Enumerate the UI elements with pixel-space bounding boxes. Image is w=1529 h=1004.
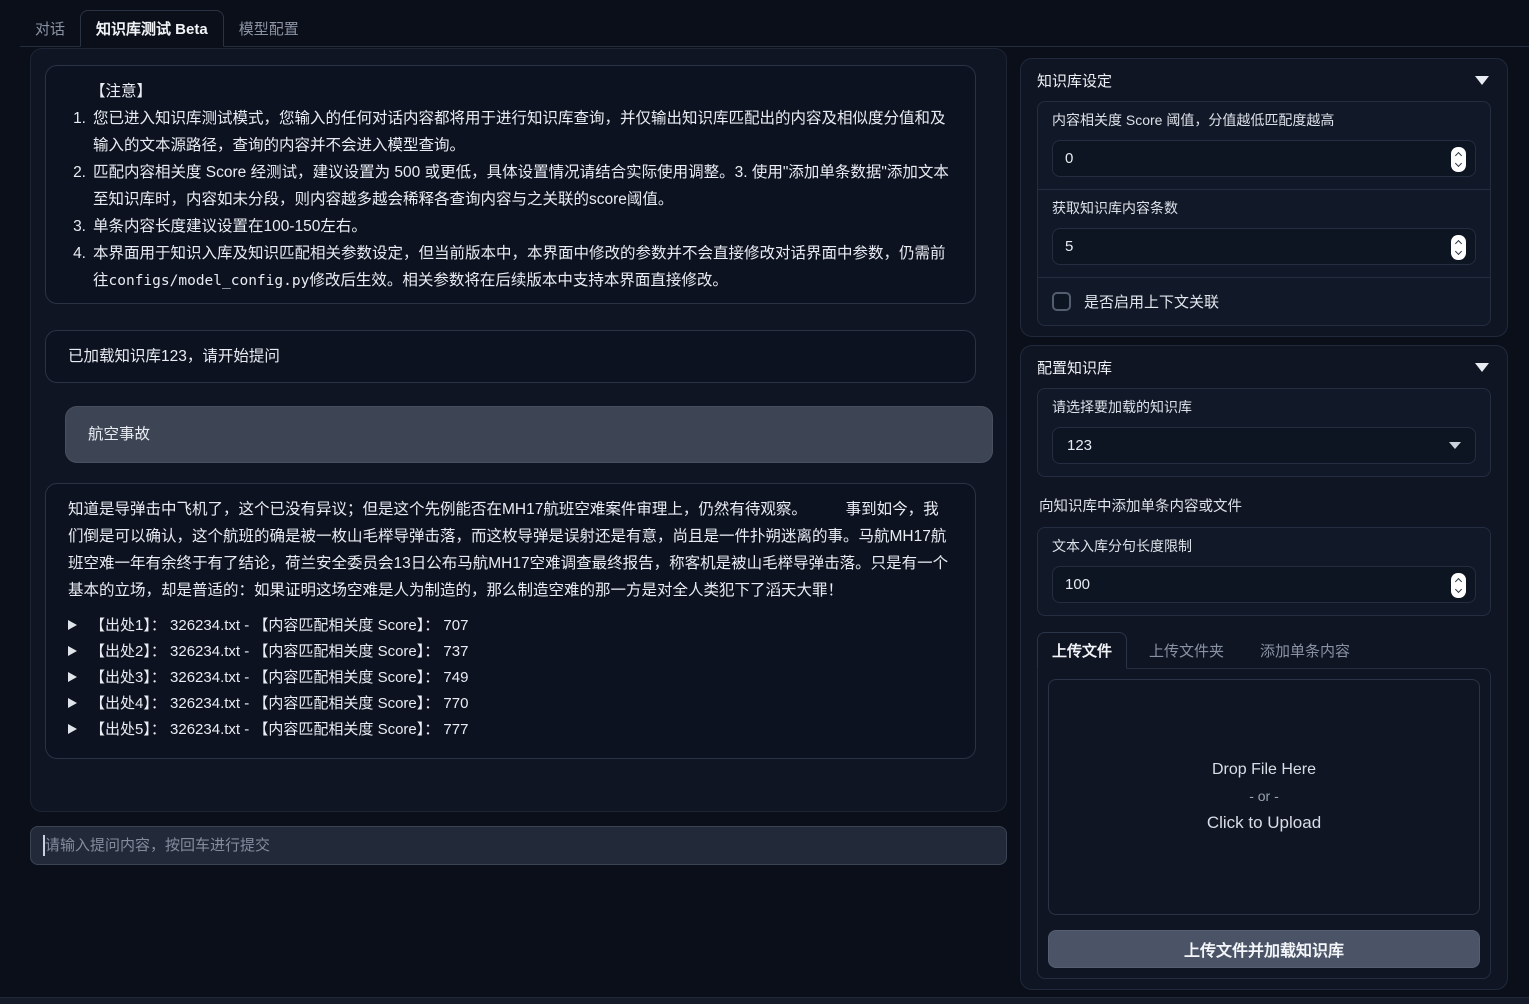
kb-config-accordion-header[interactable]: 配置知识库 <box>1037 357 1491 377</box>
expand-triangle-icon[interactable] <box>68 724 77 734</box>
number-spinner[interactable] <box>1451 147 1466 172</box>
notice-item: 1. 您已进入知识库测试模式，您输入的任何对话内容都将用于进行知识库查询，并仅输… <box>68 105 953 159</box>
dropzone-line3: Click to Upload <box>1207 813 1321 833</box>
spinner-down-icon[interactable] <box>1455 586 1462 593</box>
score-threshold-input[interactable]: 0 <box>1052 140 1476 177</box>
spinner-up-icon[interactable] <box>1455 152 1462 159</box>
spinner-up-icon[interactable] <box>1455 240 1462 247</box>
sentence-length-input[interactable]: 100 <box>1052 566 1476 603</box>
kb-settings-form: 内容相关度 Score 阈值，分值越低匹配度越高 0 获取知识库内容条数 5 <box>1037 101 1491 326</box>
top-tabbar: 对话 知识库测试 Beta 模型配置 <box>20 16 1529 47</box>
notice-item: 3. 单条内容长度建议设置在100-150左右。 <box>68 213 953 240</box>
sentence-length-label: 文本入库分句长度限制 <box>1052 538 1476 554</box>
dropdown-caret-icon[interactable] <box>1449 442 1461 449</box>
sentence-length-form: 文本入库分句长度限制 100 <box>1037 527 1491 616</box>
kb-settings-accordion: 知识库设定 内容相关度 Score 阈值，分值越低匹配度越高 0 获取知识库内容… <box>1020 58 1508 337</box>
topk-input[interactable]: 5 <box>1052 228 1476 265</box>
spinner-down-icon[interactable] <box>1455 248 1462 255</box>
footer-strip <box>0 997 1529 1004</box>
bot-message-answer: 知道是导弹击中飞机了，这个已没有异议；但是这个先例能否在MH17航班空难案件审理… <box>45 483 976 759</box>
code-path: configs/model_config.py <box>109 273 310 289</box>
upload-subtabs: 上传文件 上传文件夹 添加单条内容 <box>1037 632 1491 668</box>
context-link-checkbox[interactable] <box>1052 292 1071 311</box>
upload-and-load-kb-button[interactable]: 上传文件并加载知识库 <box>1048 930 1480 968</box>
subtab-upload-folder[interactable]: 上传文件夹 <box>1135 633 1238 668</box>
kb-settings-accordion-header[interactable]: 知识库设定 <box>1037 70 1491 90</box>
notice-item: 2. 匹配内容相关度 Score 经测试，建议设置为 500 或更低，具体设置情… <box>68 159 953 213</box>
source-item-1[interactable]: 【出处1】： 326234.txt - 【内容匹配相关度 Score】： 707 <box>68 612 953 638</box>
dropzone-line2: - or - <box>1249 788 1279 804</box>
file-dropzone[interactable]: Drop File Here - or - Click to Upload <box>1048 679 1480 915</box>
dropzone-line1: Drop File Here <box>1212 761 1316 779</box>
tab-model-config[interactable]: 模型配置 <box>224 11 314 46</box>
kb-config-accordion: 配置知识库 请选择要加载的知识库 123 向知识库中添加单条内容或文件 文本入库… <box>1020 345 1508 990</box>
expand-triangle-icon[interactable] <box>68 646 77 656</box>
user-message: 航空事故 <box>65 406 993 463</box>
notice-title: 【注意】 <box>68 78 953 105</box>
tab-dialog[interactable]: 对话 <box>20 11 80 46</box>
expand-triangle-icon[interactable] <box>68 672 77 682</box>
kb-settings-title: 知识库设定 <box>1037 70 1112 91</box>
kb-select-label: 请选择要加载的知识库 <box>1052 399 1476 415</box>
chevron-down-icon[interactable] <box>1475 363 1489 372</box>
notice-message: 【注意】 1. 您已进入知识库测试模式，您输入的任何对话内容都将用于进行知识库查… <box>45 65 976 304</box>
tab-kb-test[interactable]: 知识库测试 Beta <box>80 10 224 47</box>
score-threshold-label: 内容相关度 Score 阈值，分值越低匹配度越高 <box>1052 112 1476 128</box>
question-input-wrap <box>30 826 1007 865</box>
spinner-down-icon[interactable] <box>1455 160 1462 167</box>
spinner-up-icon[interactable] <box>1455 578 1462 585</box>
kb-config-title: 配置知识库 <box>1037 357 1112 378</box>
expand-triangle-icon[interactable] <box>68 620 77 630</box>
upload-tab-panel: Drop File Here - or - Click to Upload 上传… <box>1037 668 1491 979</box>
source-item-4[interactable]: 【出处4】： 326234.txt - 【内容匹配相关度 Score】： 770 <box>68 690 953 716</box>
source-item-2[interactable]: 【出处2】： 326234.txt - 【内容匹配相关度 Score】： 737 <box>68 638 953 664</box>
notice-item: 4. 本界面用于知识入库及知识匹配相关参数设定，但当前版本中，本界面中修改的参数… <box>68 240 953 295</box>
source-item-5[interactable]: 【出处5】： 326234.txt - 【内容匹配相关度 Score】： 777 <box>68 716 953 742</box>
chevron-down-icon[interactable] <box>1475 76 1489 85</box>
kb-select-dropdown[interactable]: 123 <box>1052 427 1476 464</box>
number-spinner[interactable] <box>1451 235 1466 260</box>
subtab-add-single-content[interactable]: 添加单条内容 <box>1246 633 1364 668</box>
bot-message-loaded: 已加载知识库123，请开始提问 <box>45 330 976 383</box>
context-link-checkbox-row[interactable]: 是否启用上下文关联 <box>1038 278 1490 325</box>
add-content-label: 向知识库中添加单条内容或文件 <box>1039 495 1489 516</box>
source-item-3[interactable]: 【出处3】： 326234.txt - 【内容匹配相关度 Score】： 749 <box>68 664 953 690</box>
expand-triangle-icon[interactable] <box>68 698 77 708</box>
chatbot-panel: 【注意】 1. 您已进入知识库测试模式，您输入的任何对话内容都将用于进行知识库查… <box>30 48 1007 812</box>
context-link-label[interactable]: 是否启用上下文关联 <box>1084 291 1219 312</box>
number-spinner[interactable] <box>1451 573 1466 598</box>
topk-label: 获取知识库内容条数 <box>1052 200 1476 216</box>
answer-paragraph: 知道是导弹击中飞机了，这个已没有异议；但是这个先例能否在MH17航班空难案件审理… <box>68 496 953 604</box>
question-input[interactable] <box>30 826 1007 865</box>
subtab-upload-file[interactable]: 上传文件 <box>1037 632 1127 669</box>
kb-select-form: 请选择要加载的知识库 123 <box>1037 388 1491 477</box>
text-cursor <box>43 835 45 856</box>
